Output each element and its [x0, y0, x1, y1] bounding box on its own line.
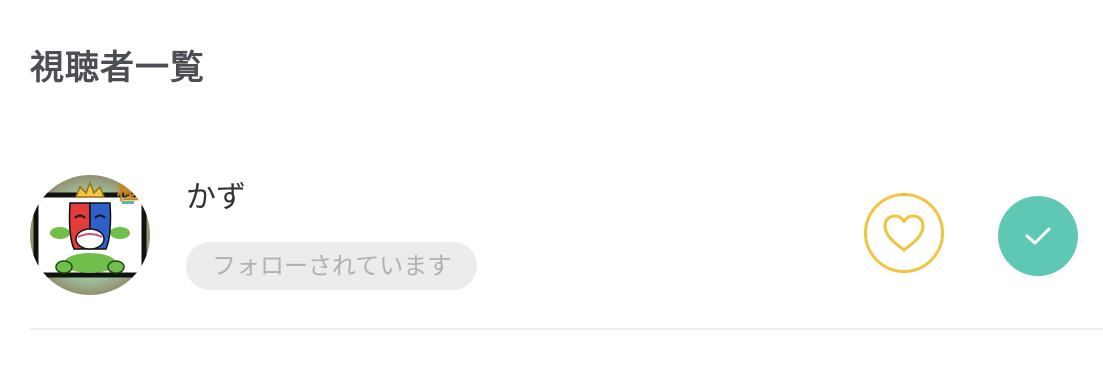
page-title: 視聴者一覧	[30, 48, 205, 88]
avatar-image: 極	[30, 175, 150, 295]
avatar[interactable]: 極	[30, 175, 150, 295]
list-divider	[30, 328, 1103, 330]
viewer-name[interactable]: かず	[186, 178, 246, 218]
check-icon	[1025, 227, 1051, 245]
check-button[interactable]	[998, 196, 1078, 276]
viewer-list-item[interactable]: 極 かず フォローされています	[30, 168, 1103, 328]
heart-button[interactable]	[864, 193, 944, 273]
follow-status-badge: フォローされています	[186, 242, 478, 290]
heart-icon	[883, 214, 925, 252]
